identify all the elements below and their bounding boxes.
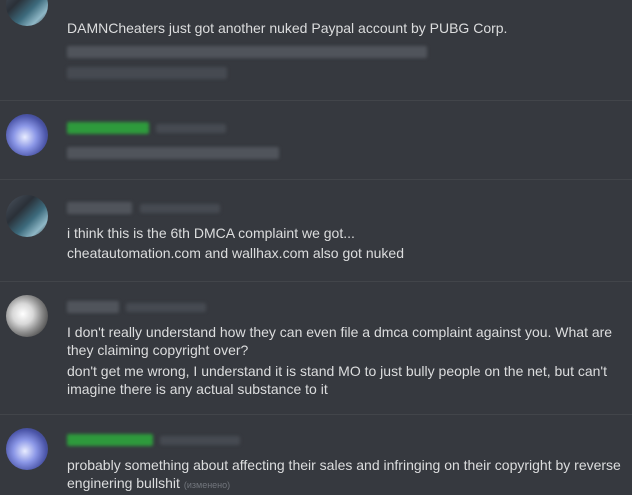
message-text: i think this is the 6th DMCA complaint w… xyxy=(67,225,355,241)
blurred-message-line xyxy=(67,46,427,58)
message-text: don't get me wrong, I understand it is s… xyxy=(67,363,607,397)
blurred-timestamp xyxy=(140,204,220,213)
blurred-timestamp xyxy=(156,124,226,133)
message-divider xyxy=(0,281,632,282)
blurred-username[interactable] xyxy=(67,301,119,313)
user-avatar[interactable] xyxy=(6,114,48,156)
user-avatar[interactable] xyxy=(6,428,48,470)
message-divider xyxy=(0,100,632,101)
message-text: DAMNCheaters just got another nuked Payp… xyxy=(67,20,508,36)
user-avatar[interactable] xyxy=(6,295,48,337)
edited-label: (изменено) xyxy=(183,480,231,490)
message-text: cheatautomation.com and wallhax.com also… xyxy=(67,245,404,261)
message-body: probably something about affecting their… xyxy=(67,457,621,491)
user-avatar[interactable] xyxy=(6,195,48,237)
message-divider xyxy=(0,179,632,180)
message-divider xyxy=(0,414,632,415)
blurred-message-line xyxy=(67,67,227,79)
blurred-timestamp xyxy=(126,303,206,312)
blurred-username[interactable] xyxy=(67,202,132,214)
blurred-message-line xyxy=(67,147,279,159)
message-text: probably something about affecting their… xyxy=(67,456,627,494)
blurred-timestamp xyxy=(160,436,240,445)
message-text: I don't really understand how they can e… xyxy=(67,324,613,358)
user-avatar[interactable] xyxy=(6,0,48,26)
blurred-username[interactable] xyxy=(67,122,149,134)
blurred-username[interactable] xyxy=(67,434,153,446)
